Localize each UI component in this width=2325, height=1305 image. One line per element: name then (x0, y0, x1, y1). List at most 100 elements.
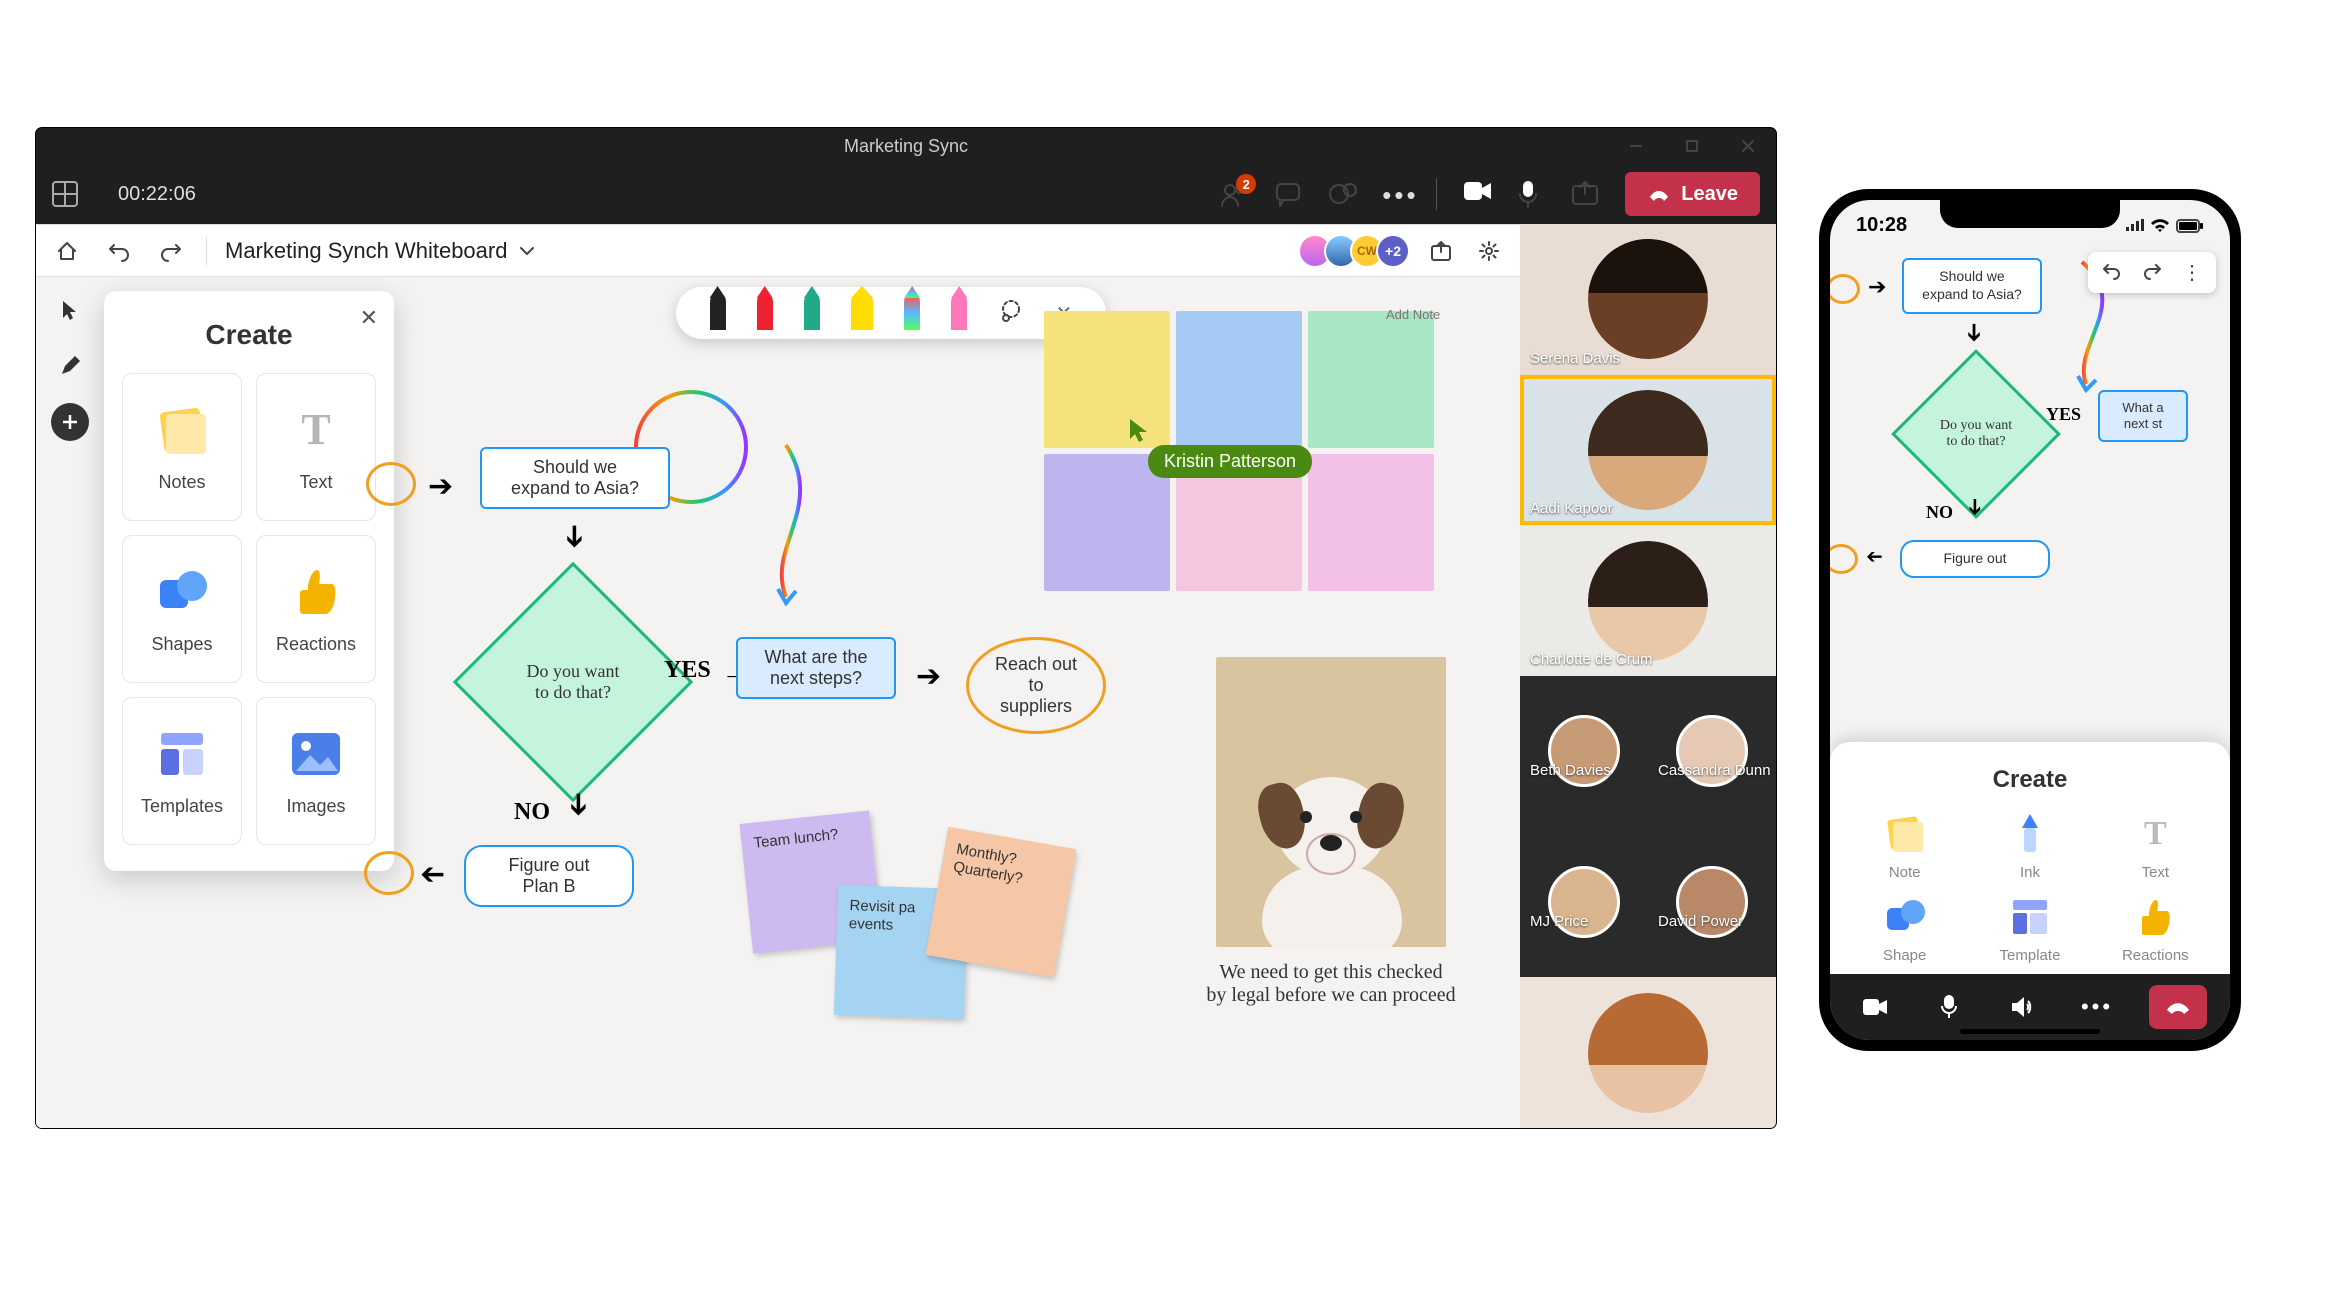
create-reactions[interactable]: Reactions (256, 535, 376, 683)
pen-rainbow[interactable] (904, 296, 920, 330)
mobile-device: 10:28 ⋮ ➔ Should we expand to Asia? ➔ Do… (1820, 190, 2240, 1050)
participant-tile[interactable] (1520, 977, 1776, 1128)
home-indicator (1960, 1029, 2100, 1034)
whiteboard-title-dropdown[interactable]: Marketing Synch Whiteboard (225, 238, 535, 264)
redo-button[interactable] (154, 234, 188, 268)
minimize-button[interactable] (1608, 128, 1664, 164)
create-templates[interactable]: Templates (122, 697, 242, 845)
participant-tile[interactable]: Beth Davies (1520, 715, 1648, 787)
mobile-box-planb: Figure out (1900, 540, 2050, 578)
people-badge: 2 (1236, 174, 1256, 194)
collaborator-avatars[interactable]: CW +2 (1306, 234, 1410, 268)
close-create-panel[interactable]: ✕ (360, 305, 378, 331)
mobile-yes: YES (2046, 404, 2081, 425)
reactions-button[interactable] (1328, 180, 1356, 208)
mobile-box-steps: What a next st (2098, 390, 2188, 442)
whiteboard-panel: Marketing Synch Whiteboard CW +2 (36, 224, 1520, 1128)
home-button[interactable] (50, 234, 84, 268)
more-button[interactable]: ••• (1382, 180, 1410, 208)
create-templates-label: Templates (141, 796, 223, 817)
mobile-create-sheet: Create Note Ink TText Shape Template Rea… (1830, 742, 2230, 974)
highlighter-yellow[interactable] (851, 296, 873, 330)
participant-name: Cassandra Dunn (1658, 762, 1771, 779)
flow-oval-start[interactable] (366, 462, 416, 506)
avatar-overflow: +2 (1376, 234, 1410, 268)
participant-tile[interactable]: MJ Price (1520, 866, 1648, 938)
flow-oval-suppliers[interactable]: Reach out to suppliers (966, 637, 1106, 734)
create-text[interactable]: T Text (256, 373, 376, 521)
maximize-button[interactable] (1664, 128, 1720, 164)
create-images-label: Images (286, 796, 345, 817)
meeting-content: Marketing Synch Whiteboard CW +2 (36, 224, 1776, 1128)
arrow-down-icon: ➔ (557, 524, 592, 549)
flow-oval-end[interactable] (364, 851, 414, 895)
create-reactions-label: Reactions (276, 634, 356, 655)
participant-tile[interactable]: David Power (1648, 866, 1776, 938)
participant-name: Charlotte de Crum (1530, 651, 1653, 668)
arrow-icon: ➔ (916, 659, 941, 694)
people-button[interactable]: 2 (1220, 180, 1248, 208)
participant-tile[interactable]: Cassandra Dunn (1648, 715, 1776, 787)
inserted-image[interactable] (1216, 657, 1446, 947)
participant-tile[interactable]: Charlotte de Crum (1520, 525, 1776, 676)
mobile-hangup-button[interactable] (2149, 985, 2207, 1029)
mobile-camera-button[interactable] (1853, 985, 1897, 1029)
flow-decision[interactable]: Do you want to do that? (453, 562, 693, 802)
pen-black[interactable] (710, 296, 726, 330)
mobile-create-note[interactable]: Note (1842, 812, 1967, 881)
mobile-redo[interactable] (2142, 261, 2162, 284)
mobile-create-ink[interactable]: Ink (1967, 812, 2092, 881)
mobile-more-button[interactable]: ••• (2075, 985, 2119, 1029)
mobile-no: NO (1926, 502, 1953, 523)
camera-button[interactable] (1463, 180, 1491, 208)
participant-name: Aadi Kapoor (1530, 500, 1613, 517)
mobile-create-reactions[interactable]: Reactions (2093, 895, 2218, 964)
mobile-create-shape[interactable]: Shape (1842, 895, 1967, 964)
leave-label: Leave (1681, 183, 1738, 206)
create-notes[interactable]: Notes (122, 373, 242, 521)
mobile-speaker-button[interactable] (2001, 985, 2045, 1029)
participants-column: Serena Davis Aadi Kapoor Charlotte de Cr… (1520, 224, 1776, 1128)
notch (1940, 200, 2120, 228)
mobile-create-template[interactable]: Template (1967, 895, 2092, 964)
pen-green[interactable] (804, 296, 820, 330)
undo-button[interactable] (102, 234, 136, 268)
participant-tile[interactable]: Serena Davis (1520, 224, 1776, 375)
add-tool[interactable] (51, 403, 89, 441)
gallery-icon[interactable] (52, 181, 78, 207)
flow-box-planb[interactable]: Figure out Plan B (464, 845, 634, 907)
mobile-mic-button[interactable] (1927, 985, 1971, 1029)
arrow-icon: ➔ (428, 469, 453, 504)
create-shapes-label: Shapes (151, 634, 212, 655)
participant-tile[interactable]: Aadi Kapoor (1520, 375, 1776, 526)
flow-box-expand[interactable]: Should we expand to Asia? (480, 447, 670, 509)
mobile-toolbar: ⋮ (2088, 252, 2216, 293)
pen-red[interactable] (757, 296, 773, 330)
share-button[interactable] (1571, 180, 1599, 208)
lasso-tool[interactable] (998, 298, 1024, 329)
chat-button[interactable] (1274, 180, 1302, 208)
mic-button[interactable] (1517, 180, 1545, 208)
flow-box-steps[interactable]: What are the next steps? (736, 637, 896, 699)
flow-yes-label: YES (664, 657, 711, 684)
meeting-timer: 00:22:06 (118, 183, 196, 206)
arrow-left-icon: ➔ (1866, 544, 1883, 569)
ink-tool[interactable] (51, 347, 89, 385)
mobile-more[interactable]: ⋮ (2182, 260, 2202, 285)
mobile-undo[interactable] (2102, 261, 2122, 284)
share-whiteboard-button[interactable] (1424, 234, 1458, 268)
whiteboard-canvas[interactable]: ✕ Create Notes T Text Shapes (36, 277, 1520, 1128)
settings-button[interactable] (1472, 234, 1506, 268)
create-images[interactable]: Images (256, 697, 376, 845)
close-window-button[interactable] (1720, 128, 1776, 164)
create-shapes[interactable]: Shapes (122, 535, 242, 683)
select-tool[interactable] (51, 291, 89, 329)
arrow-down-icon: ➔ (1962, 498, 1988, 516)
participant-name: Beth Davies (1530, 762, 1611, 779)
leave-button[interactable]: Leave (1625, 172, 1760, 216)
sticky-orange[interactable]: Monthly? Quarterly? (926, 827, 1077, 978)
pen-pink[interactable] (951, 296, 967, 330)
flow-oval (1830, 274, 1860, 304)
mobile-create-text[interactable]: TText (2093, 812, 2218, 881)
create-text-label: Text (299, 472, 332, 493)
